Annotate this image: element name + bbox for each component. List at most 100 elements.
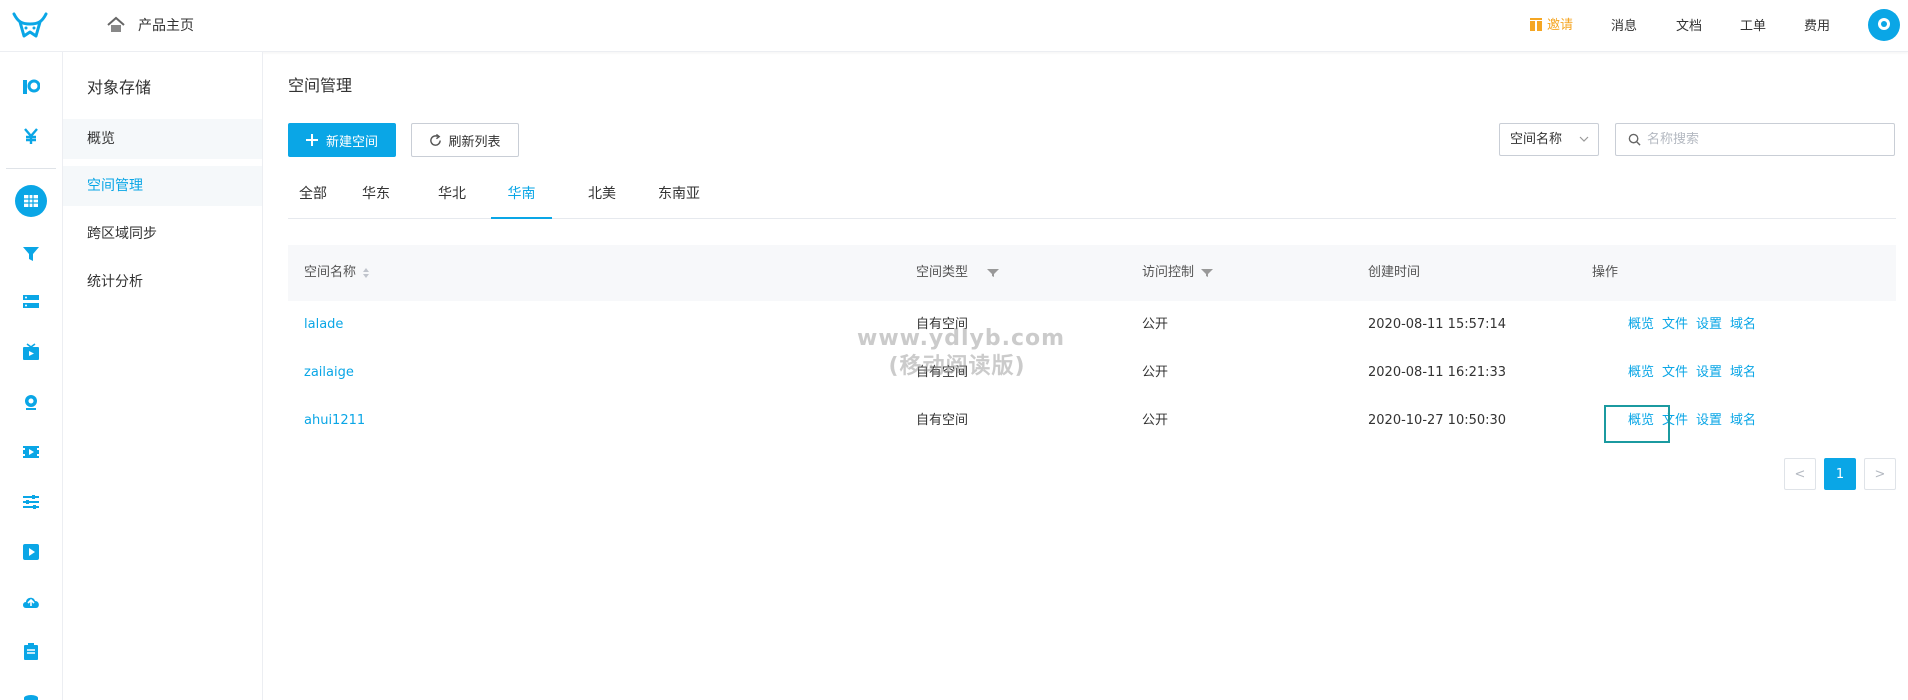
tab-east-china[interactable]: 华东 xyxy=(351,174,401,219)
bucket-name-link[interactable]: ahui1211 xyxy=(304,397,365,445)
action-files[interactable]: 文件 xyxy=(1662,397,1688,445)
column-header-name[interactable]: 空间名称 xyxy=(304,245,370,301)
bucket-access: 公开 xyxy=(1142,413,1169,428)
row-actions: 概览 文件 设置 域名 xyxy=(1628,349,1756,397)
object-storage-sidebar: 对象存储 概览 空间管理 跨区域同步 统计分析 xyxy=(63,52,263,700)
action-domain[interactable]: 域名 xyxy=(1730,349,1756,397)
table-header: 空间名称 空间类型 访问控制 创建时间 操作 xyxy=(288,245,1896,301)
action-overview[interactable]: 概览 xyxy=(1628,397,1654,445)
plus-icon xyxy=(305,134,318,146)
search-box[interactable] xyxy=(1615,123,1895,156)
tab-south-china[interactable]: 华南 xyxy=(491,174,552,219)
new-bucket-label: 新建空间 xyxy=(325,134,378,150)
bucket-table: 空间名称 空间类型 访问控制 创建时间 操作 lalade 自有空间 公开 20… xyxy=(288,245,1896,445)
product-home-label: 产品主页 xyxy=(138,18,194,34)
sliders-icon[interactable] xyxy=(19,490,43,514)
refresh-list-button[interactable]: 刷新列表 xyxy=(411,123,519,157)
action-files[interactable]: 文件 xyxy=(1662,349,1688,397)
bucket-name-link[interactable]: lalade xyxy=(304,301,343,349)
storage-grid-icon[interactable] xyxy=(19,189,43,213)
sidebar-title: 对象存储 xyxy=(87,78,152,97)
table-row: zailaige 自有空间 公开 2020-08-11 16:21:33 概览 … xyxy=(288,349,1896,397)
yen-icon[interactable] xyxy=(19,124,43,148)
refresh-icon xyxy=(430,133,442,146)
sidebar-item-statistics[interactable]: 统计分析 xyxy=(63,262,262,302)
column-header-actions: 操作 xyxy=(1592,265,1619,280)
gift-icon xyxy=(1530,17,1542,31)
invite-link[interactable]: 邀请 xyxy=(1529,14,1573,33)
action-settings[interactable]: 设置 xyxy=(1696,397,1722,445)
sort-icon xyxy=(363,268,370,278)
film-strip-icon[interactable] xyxy=(19,440,43,464)
new-bucket-button[interactable]: 新建空间 xyxy=(288,123,396,157)
cloud-upload-icon[interactable] xyxy=(19,590,43,614)
region-tabs: 全部 华东 华北 华南 北美 东南亚 xyxy=(288,174,1896,219)
column-header-created: 创建时间 xyxy=(1368,265,1421,280)
page-1-button[interactable]: 1 xyxy=(1824,458,1856,490)
clipboard-icon[interactable] xyxy=(19,640,43,664)
column-header-access[interactable]: 访问控制 xyxy=(1142,245,1214,301)
sidebar-item-overview[interactable]: 概览 xyxy=(63,119,262,159)
tab-north-america[interactable]: 北美 xyxy=(577,174,627,219)
action-domain[interactable]: 域名 xyxy=(1730,301,1756,349)
bucket-created: 2020-08-11 16:21:33 xyxy=(1368,365,1507,380)
table-row: lalade 自有空间 公开 2020-08-11 15:57:14 概览 文件… xyxy=(288,301,1896,349)
media-tv-icon[interactable] xyxy=(19,340,43,364)
docs-link[interactable]: 文档 xyxy=(1676,15,1702,34)
bucket-name-link[interactable]: zailaige xyxy=(304,349,354,397)
user-icon xyxy=(1878,18,1890,30)
bucket-type: 自有空间 xyxy=(916,317,969,332)
rail-divider xyxy=(6,168,56,169)
tab-southeast-asia[interactable]: 东南亚 xyxy=(644,174,714,219)
product-home-link[interactable]: 产品主页 xyxy=(106,13,194,37)
search-field-select[interactable]: 空间名称 xyxy=(1499,123,1599,156)
pagination: < 1 > xyxy=(1784,458,1896,490)
page-title: 空间管理 xyxy=(288,76,353,95)
database-icon[interactable] xyxy=(19,688,43,700)
action-overview[interactable]: 概览 xyxy=(1628,349,1654,397)
bucket-created: 2020-08-11 15:57:14 xyxy=(1368,317,1507,332)
chevron-down-icon xyxy=(1579,136,1589,142)
top-bar: 产品主页 邀请 消息 文档 工单 费用 xyxy=(0,0,1908,52)
sidebar-item-cross-region-sync[interactable]: 跨区域同步 xyxy=(63,214,262,254)
bucket-type: 自有空间 xyxy=(916,365,969,380)
billing-link[interactable]: 费用 xyxy=(1804,15,1830,34)
video-play-icon[interactable] xyxy=(19,540,43,564)
filter-icon xyxy=(1201,269,1214,277)
filter-icon xyxy=(987,269,1000,277)
search-field-selected: 空间名称 xyxy=(1510,132,1563,147)
action-overview[interactable]: 概览 xyxy=(1628,301,1654,349)
invite-label: 邀请 xyxy=(1547,18,1574,33)
bucket-type: 自有空间 xyxy=(916,413,969,428)
server-list-icon[interactable] xyxy=(19,290,43,314)
action-settings[interactable]: 设置 xyxy=(1696,349,1722,397)
search-icon xyxy=(1628,133,1641,146)
bucket-access: 公开 xyxy=(1142,317,1169,332)
table-row: ahui1211 自有空间 公开 2020-10-27 10:50:30 概览 … xyxy=(288,397,1896,445)
brand-logo-icon[interactable] xyxy=(10,8,50,44)
bucket-created: 2020-10-27 10:50:30 xyxy=(1368,413,1507,428)
product-icon-rail xyxy=(0,52,63,700)
refresh-list-label: 刷新列表 xyxy=(448,134,501,150)
user-avatar[interactable] xyxy=(1868,9,1900,41)
funnel-icon[interactable] xyxy=(19,242,43,266)
search-input[interactable] xyxy=(1647,132,1887,147)
main-content: 空间管理 新建空间 刷新列表 空间名称 全部 华东 华北 华南 北美 东南亚 空… xyxy=(264,52,1908,700)
tickets-link[interactable]: 工单 xyxy=(1740,15,1766,34)
action-files[interactable]: 文件 xyxy=(1662,301,1688,349)
cdn-icon[interactable] xyxy=(19,75,43,99)
row-actions: 概览 文件 设置 域名 xyxy=(1628,301,1756,349)
prev-page-button[interactable]: < xyxy=(1784,458,1816,490)
action-domain[interactable]: 域名 xyxy=(1730,397,1756,445)
column-header-type[interactable]: 空间类型 xyxy=(916,245,1000,301)
sidebar-item-bucket-management[interactable]: 空间管理 xyxy=(63,166,262,206)
bucket-access: 公开 xyxy=(1142,365,1169,380)
camera-icon[interactable] xyxy=(19,390,43,414)
tab-all[interactable]: 全部 xyxy=(288,174,338,219)
action-settings[interactable]: 设置 xyxy=(1696,301,1722,349)
next-page-button[interactable]: > xyxy=(1864,458,1896,490)
row-actions: 概览 文件 设置 域名 xyxy=(1628,397,1756,445)
tab-north-china[interactable]: 华北 xyxy=(427,174,477,219)
messages-link[interactable]: 消息 xyxy=(1611,15,1637,34)
home-icon xyxy=(107,16,125,32)
